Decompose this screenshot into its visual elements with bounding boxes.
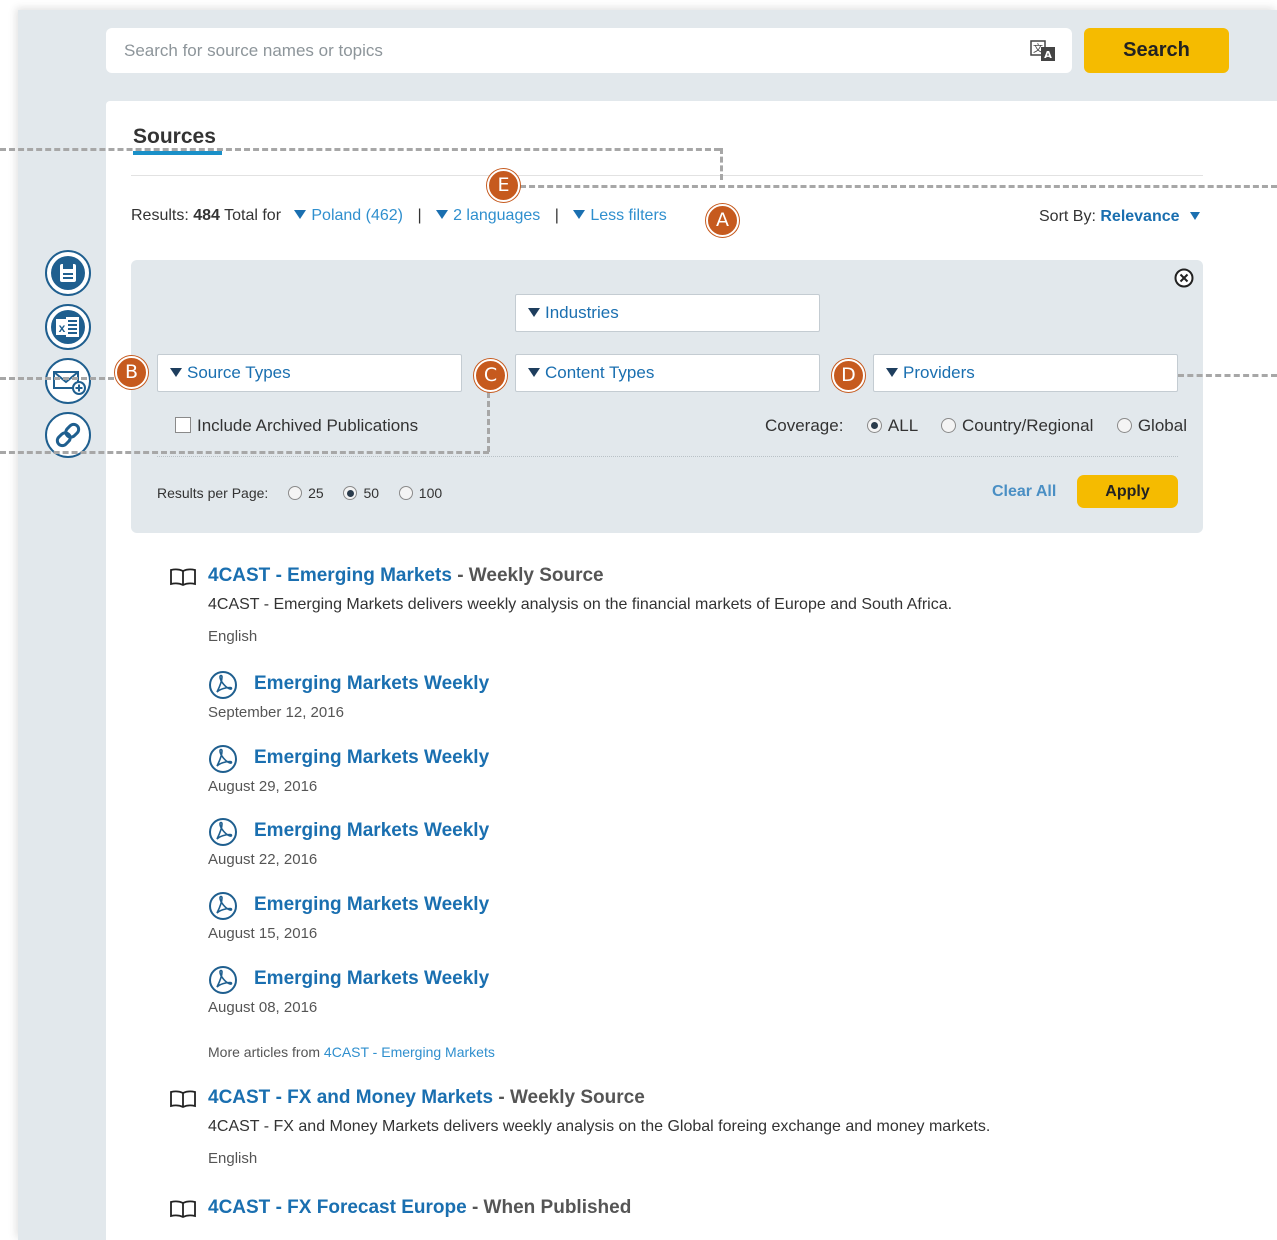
save-icon[interactable] bbox=[44, 249, 92, 297]
separator: | bbox=[417, 207, 422, 224]
coverage-option-label: ALL bbox=[887, 416, 918, 435]
rpp-radio-25[interactable] bbox=[288, 486, 303, 500]
pdf-icon bbox=[209, 818, 237, 846]
sort-label: Sort By: bbox=[1039, 208, 1096, 225]
callout-line bbox=[0, 451, 489, 454]
callout-line bbox=[1178, 374, 1277, 377]
pdf-icon bbox=[209, 966, 237, 994]
more-articles-link[interactable]: 4CAST - Emerging Markets bbox=[324, 1044, 495, 1060]
coverage-radio-global[interactable] bbox=[1116, 418, 1132, 433]
active-tab-indicator bbox=[133, 151, 222, 155]
caret-down-icon bbox=[294, 210, 307, 219]
less-filters-link[interactable]: Less filters bbox=[573, 207, 667, 224]
rpp-radio-100[interactable] bbox=[398, 486, 413, 500]
result-title[interactable]: 4CAST - FX Forecast Europe - When Publis… bbox=[208, 1197, 631, 1219]
pdf-icon bbox=[209, 745, 237, 773]
pdf-icon bbox=[209, 892, 237, 920]
article-date: August 22, 2016 bbox=[208, 851, 318, 868]
separator: | bbox=[554, 207, 559, 224]
rpp-option-label: 25 bbox=[308, 485, 324, 501]
rpp-radio-50[interactable] bbox=[343, 486, 358, 500]
article-date: August 15, 2016 bbox=[208, 925, 318, 942]
result-language: English bbox=[208, 628, 258, 645]
caret-down-icon bbox=[170, 368, 182, 377]
result-title[interactable]: 4CAST - Emerging Markets - Weekly Source bbox=[208, 565, 604, 587]
article-title[interactable]: Emerging Markets Weekly bbox=[254, 747, 489, 769]
caret-down-icon bbox=[1189, 212, 1200, 220]
callout-badge-b: B bbox=[115, 356, 148, 389]
excel-icon[interactable]: x bbox=[44, 303, 92, 351]
callout-badge-c: C bbox=[474, 359, 507, 392]
result-description: 4CAST - FX and Money Markets delivers we… bbox=[208, 1118, 991, 1135]
svg-text:A: A bbox=[1044, 50, 1052, 61]
results-count: 484 bbox=[193, 207, 220, 224]
sort-value[interactable]: Relevance bbox=[1100, 208, 1179, 225]
callout-line bbox=[487, 392, 490, 452]
coverage-label: Coverage: bbox=[765, 416, 844, 435]
results-suffix: Total for bbox=[224, 207, 282, 224]
more-articles-prefix: More articles from bbox=[208, 1044, 321, 1060]
sort-by[interactable]: Sort By: Relevance bbox=[1039, 208, 1200, 226]
article-date: September 12, 2016 bbox=[208, 704, 344, 721]
coverage-radio-all[interactable] bbox=[866, 418, 882, 433]
results-prefix: Results: bbox=[131, 207, 189, 224]
more-articles: More articles from 4CAST - Emerging Mark… bbox=[208, 1044, 495, 1060]
pdf-icon bbox=[209, 671, 237, 699]
rpp-option-label: 50 bbox=[363, 485, 380, 501]
close-icon[interactable] bbox=[1174, 268, 1194, 288]
results-per-page-label: Results per Page: bbox=[157, 485, 269, 501]
callout-line bbox=[520, 185, 1277, 188]
divider bbox=[131, 175, 1203, 176]
result-description: 4CAST - Emerging Markets delivers weekly… bbox=[208, 596, 953, 613]
include-archived-label: Include Archived Publications bbox=[197, 416, 419, 435]
include-archived-checkbox[interactable] bbox=[175, 417, 191, 433]
article-date: August 29, 2016 bbox=[208, 778, 318, 795]
callout-badge-d: D bbox=[832, 359, 865, 392]
callout-badge-e: E bbox=[487, 169, 520, 202]
coverage-option-label: Country/Regional bbox=[962, 416, 1094, 435]
caret-down-icon bbox=[886, 368, 898, 377]
caret-down-icon bbox=[436, 210, 449, 219]
languages-filter-link[interactable]: 2 languages bbox=[436, 207, 540, 224]
providers-dropdown[interactable]: Providers bbox=[873, 354, 1178, 392]
email-icon[interactable] bbox=[44, 357, 92, 405]
callout-line bbox=[0, 377, 114, 380]
search-input[interactable] bbox=[106, 28, 1006, 73]
apply-button[interactable]: Apply bbox=[1077, 475, 1178, 508]
book-icon bbox=[170, 1200, 196, 1218]
callout-line bbox=[720, 148, 723, 180]
svg-text:x: x bbox=[59, 321, 66, 335]
coverage-options: Coverage: ALL Country/Regional Global bbox=[765, 416, 1187, 436]
content-types-dropdown[interactable]: Content Types bbox=[515, 354, 820, 392]
result-title[interactable]: 4CAST - FX and Money Markets - Weekly So… bbox=[208, 1087, 645, 1109]
caret-down-icon bbox=[573, 210, 586, 219]
article-title[interactable]: Emerging Markets Weekly bbox=[254, 673, 489, 695]
results-summary: Results: 484 Total for Poland (462) | 2 … bbox=[131, 207, 667, 225]
coverage-option-label: Global bbox=[1137, 416, 1187, 435]
caret-down-icon bbox=[528, 308, 540, 317]
book-icon bbox=[170, 1090, 196, 1108]
callout-line bbox=[0, 148, 720, 151]
include-archived-option[interactable]: Include Archived Publications bbox=[175, 416, 418, 436]
coverage-radio-country-regional[interactable] bbox=[941, 418, 956, 433]
callout-badge-a: A bbox=[706, 204, 739, 237]
results-per-page: Results per Page: 25 50 100 bbox=[157, 485, 442, 501]
article-title[interactable]: Emerging Markets Weekly bbox=[254, 894, 489, 916]
filter-divider bbox=[157, 456, 1178, 457]
article-date: August 08, 2016 bbox=[208, 999, 318, 1016]
result-language: English bbox=[208, 1150, 258, 1167]
search-button[interactable]: Search bbox=[1084, 28, 1229, 73]
book-icon bbox=[170, 568, 196, 586]
rpp-option-label: 100 bbox=[418, 485, 443, 501]
translate-icon[interactable]: 文 A bbox=[1030, 40, 1056, 62]
caret-down-icon bbox=[528, 368, 540, 377]
sources-tab[interactable]: Sources bbox=[133, 125, 216, 149]
clear-all-link[interactable]: Clear All bbox=[992, 483, 1056, 501]
industries-dropdown[interactable]: Industries bbox=[515, 294, 820, 332]
article-title[interactable]: Emerging Markets Weekly bbox=[254, 820, 489, 842]
region-filter-link[interactable]: Poland (462) bbox=[294, 207, 403, 224]
search-box: 文 A bbox=[106, 28, 1072, 73]
source-types-dropdown[interactable]: Source Types bbox=[157, 354, 462, 392]
article-title[interactable]: Emerging Markets Weekly bbox=[254, 968, 489, 990]
